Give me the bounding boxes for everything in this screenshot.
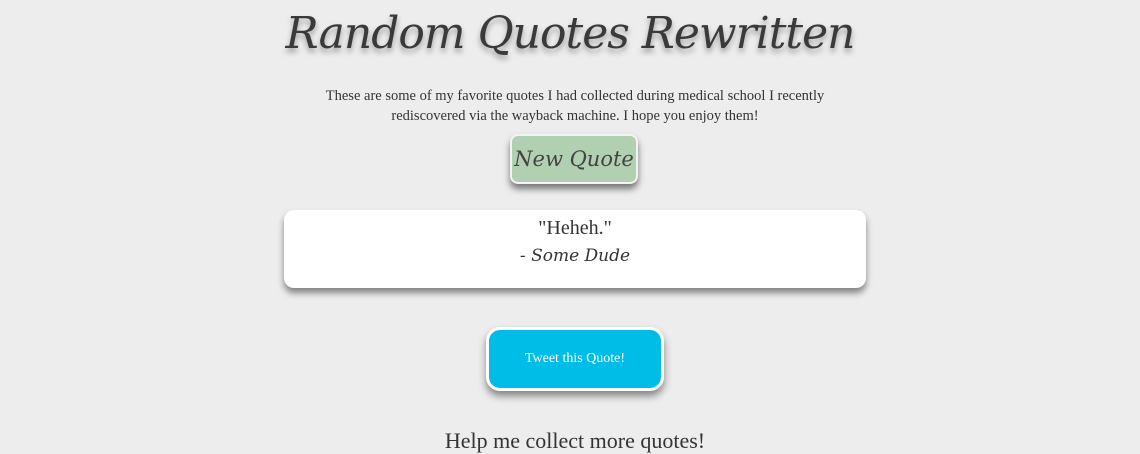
quote-card: "Heheh." - Some Dude [284,210,866,288]
help-heading: Help me collect more quotes! [444,428,706,453]
intro-text: These are some of my favorite quotes I h… [325,88,825,124]
tweet-quote-button[interactable]: Tweet this Quote! [486,327,664,391]
page-title: Random Quotes Rewritten [285,8,856,59]
new-quote-button[interactable]: New Quote [510,134,638,184]
quote-text: "Heheh." [538,217,612,239]
quote-author: - Some Dude [519,246,631,266]
